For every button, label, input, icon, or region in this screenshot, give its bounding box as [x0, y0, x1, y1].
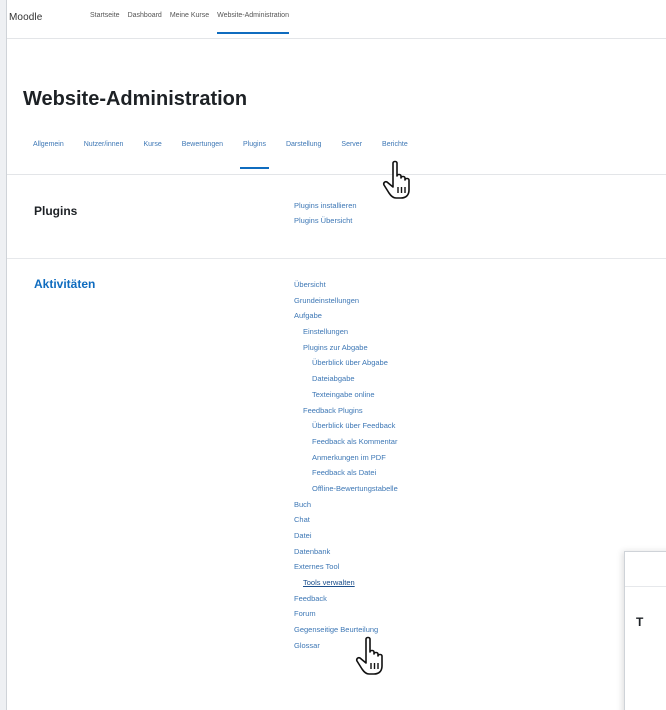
- tab-berichte[interactable]: Berichte: [382, 141, 408, 148]
- activity-link[interactable]: Datenbank: [294, 544, 398, 560]
- activity-link[interactable]: Aufgabe: [294, 308, 398, 324]
- activity-link[interactable]: Chat: [294, 512, 398, 528]
- tab-darstellung[interactable]: Darstellung: [286, 141, 321, 148]
- nav-meine-kurse[interactable]: Meine Kurse: [170, 12, 209, 19]
- tab-plugins[interactable]: Plugins: [240, 141, 269, 169]
- browser-window: Moodle Startseite Dashboard Meine Kurse …: [6, 0, 666, 710]
- page-title: Website-Administration: [23, 88, 248, 110]
- nav-dashboard[interactable]: Dashboard: [128, 12, 162, 19]
- activity-link[interactable]: Forum: [294, 606, 398, 622]
- dialog-title: T: [636, 615, 644, 629]
- top-navbar: Moodle Startseite Dashboard Meine Kurse …: [7, 0, 666, 39]
- primary-navigation: Startseite Dashboard Meine Kurse Website…: [90, 12, 297, 34]
- tab-kurse[interactable]: Kurse: [143, 141, 161, 148]
- activity-link[interactable]: Plugins zur Abgabe: [294, 340, 398, 356]
- activities-link-list: Übersicht Grundeinstellungen Aufgabe Einste…: [294, 277, 398, 654]
- activity-link[interactable]: Buch: [294, 497, 398, 513]
- activity-link[interactable]: Feedback als Datei: [294, 465, 398, 481]
- admin-tabs: Allgemein Nutzer/innen Kurse Bewertungen…: [33, 141, 428, 169]
- activity-link[interactable]: Übersicht: [294, 277, 398, 293]
- activity-link[interactable]: Überblick über Feedback: [294, 418, 398, 434]
- hand-pointer-icon: [355, 636, 383, 675]
- side-dialog: T: [624, 551, 666, 710]
- activity-link[interactable]: Grundeinstellungen: [294, 293, 398, 309]
- activity-link[interactable]: Externes Tool: [294, 559, 398, 575]
- plugins-link-list: Plugins installieren Plugins Übersicht: [294, 198, 357, 228]
- activity-link[interactable]: Anmerkungen im PDF: [294, 450, 398, 466]
- activity-link[interactable]: Texteingabe online: [294, 387, 398, 403]
- activity-link[interactable]: Offline-Bewertungstabelle: [294, 481, 398, 497]
- activity-link[interactable]: Einstellungen: [294, 324, 398, 340]
- activity-link[interactable]: Überblick über Abgabe: [294, 355, 398, 371]
- link-plugins-uebersicht[interactable]: Plugins Übersicht: [294, 213, 357, 228]
- dialog-divider: [625, 586, 666, 587]
- tab-nutzer[interactable]: Nutzer/innen: [84, 141, 124, 148]
- activity-link[interactable]: Feedback: [294, 591, 398, 607]
- activity-link[interactable]: Tools verwalten: [294, 575, 398, 591]
- activity-link[interactable]: Dateiabgabe: [294, 371, 398, 387]
- tab-bewertungen[interactable]: Bewertungen: [182, 141, 223, 148]
- site-brand[interactable]: Moodle: [9, 12, 42, 23]
- tab-allgemein[interactable]: Allgemein: [33, 141, 64, 148]
- tabs-divider: [7, 174, 666, 175]
- plugins-section-title: Plugins: [34, 204, 78, 218]
- activity-link[interactable]: Feedback als Kommentar: [294, 434, 398, 450]
- activity-link[interactable]: Datei: [294, 528, 398, 544]
- tab-server[interactable]: Server: [341, 141, 362, 148]
- nav-startseite[interactable]: Startseite: [90, 12, 120, 19]
- section-divider: [7, 258, 666, 259]
- hand-pointer-icon: [382, 160, 410, 199]
- link-plugins-installieren[interactable]: Plugins installieren: [294, 198, 357, 213]
- activity-link[interactable]: Feedback Plugins: [294, 403, 398, 419]
- activities-section-title[interactable]: Aktivitäten: [34, 277, 95, 291]
- nav-website-administration[interactable]: Website-Administration: [217, 12, 289, 34]
